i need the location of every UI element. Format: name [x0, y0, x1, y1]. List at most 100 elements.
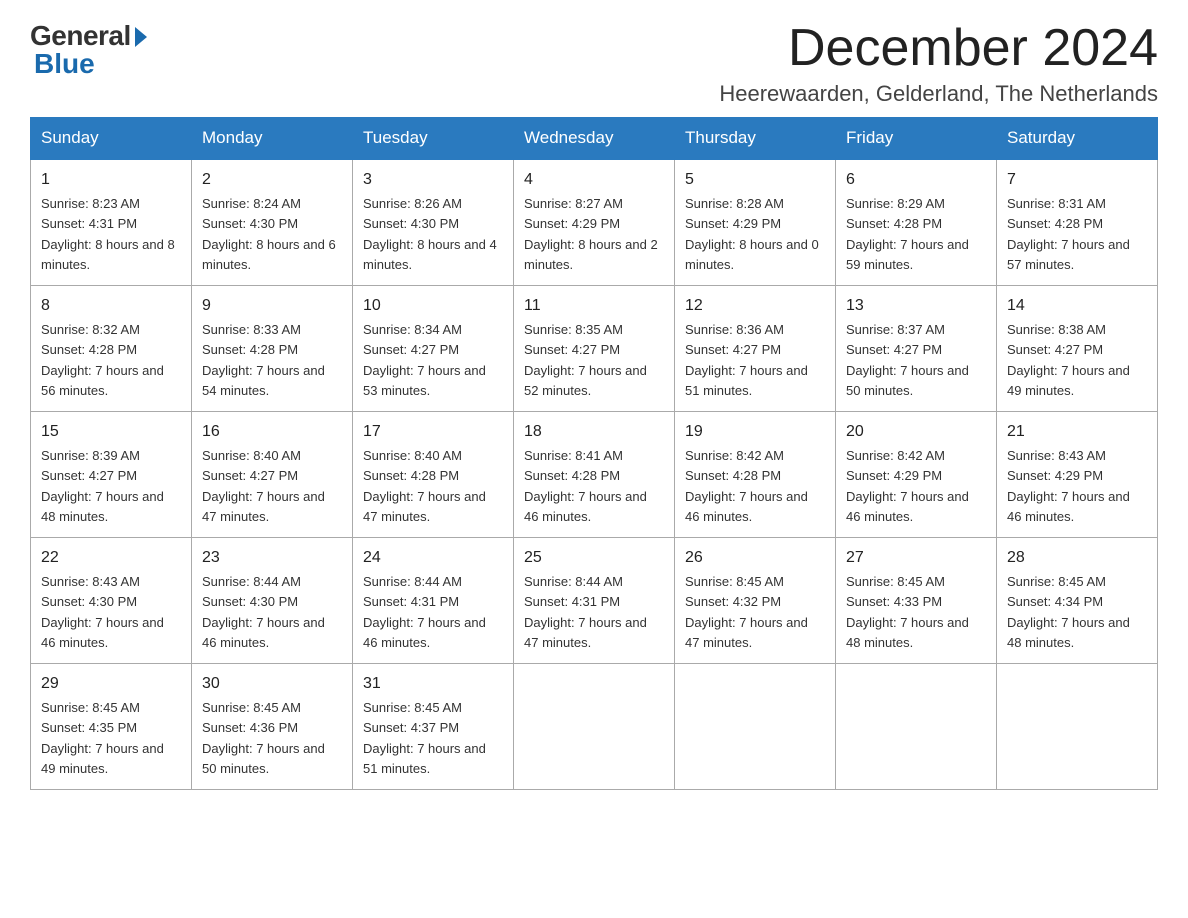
calendar-cell: 4 Sunrise: 8:27 AMSunset: 4:29 PMDaylight…	[514, 159, 675, 286]
week-row-4: 22Sunrise: 8:43 AMSunset: 4:30 PMDayligh…	[31, 538, 1158, 664]
header: General Blue December 2024 Heerewaarden,…	[30, 20, 1158, 107]
day-number: 7	[1007, 168, 1147, 192]
calendar-cell: 2Sunrise: 8:24 AMSunset: 4:30 PMDaylight…	[192, 159, 353, 286]
calendar-cell	[836, 664, 997, 790]
col-header-tuesday: Tuesday	[353, 118, 514, 160]
calendar-cell: 26Sunrise: 8:45 AMSunset: 4:32 PMDayligh…	[675, 538, 836, 664]
calendar-cell	[514, 664, 675, 790]
day-number: 1	[41, 168, 181, 192]
day-info: Sunrise: 8:43 AMSunset: 4:30 PMDaylight:…	[41, 574, 164, 650]
day-number: 21	[1007, 420, 1147, 444]
day-info: Sunrise: 8:45 AMSunset: 4:32 PMDaylight:…	[685, 574, 808, 650]
day-info: Sunrise: 8:45 AMSunset: 4:34 PMDaylight:…	[1007, 574, 1130, 650]
calendar-cell: 7Sunrise: 8:31 AMSunset: 4:28 PMDaylight…	[997, 159, 1158, 286]
calendar-cell	[997, 664, 1158, 790]
calendar-table: SundayMondayTuesdayWednesdayThursdayFrid…	[30, 117, 1158, 790]
day-info: Sunrise: 8:27 AMSunset: 4:29 PMDaylight:…	[524, 196, 658, 272]
day-number: 16	[202, 420, 342, 444]
logo: General Blue	[30, 20, 147, 80]
day-info: Sunrise: 8:41 AMSunset: 4:28 PMDaylight:…	[524, 448, 647, 524]
day-info: Sunrise: 8:39 AMSunset: 4:27 PMDaylight:…	[41, 448, 164, 524]
col-header-monday: Monday	[192, 118, 353, 160]
calendar-cell: 16Sunrise: 8:40 AMSunset: 4:27 PMDayligh…	[192, 412, 353, 538]
col-header-sunday: Sunday	[31, 118, 192, 160]
week-row-3: 15 Sunrise: 8:39 AMSunset: 4:27 PMDayligh…	[31, 412, 1158, 538]
day-number: 29	[41, 672, 181, 696]
day-headers-row: SundayMondayTuesdayWednesdayThursdayFrid…	[31, 118, 1158, 160]
day-number: 4	[524, 168, 664, 192]
calendar-cell: 29Sunrise: 8:45 AMSunset: 4:35 PMDayligh…	[31, 664, 192, 790]
calendar-cell: 19Sunrise: 8:42 AMSunset: 4:28 PMDayligh…	[675, 412, 836, 538]
day-info: Sunrise: 8:45 AMSunset: 4:36 PMDaylight:…	[202, 700, 325, 776]
calendar-cell: 28 Sunrise: 8:45 AMSunset: 4:34 PMDayligh…	[997, 538, 1158, 664]
calendar-cell: 12Sunrise: 8:36 AMSunset: 4:27 PMDayligh…	[675, 286, 836, 412]
day-number: 20	[846, 420, 986, 444]
col-header-wednesday: Wednesday	[514, 118, 675, 160]
day-number: 23	[202, 546, 342, 570]
day-number: 30	[202, 672, 342, 696]
day-number: 2	[202, 168, 342, 192]
logo-triangle-icon	[135, 27, 147, 47]
day-number: 31	[363, 672, 503, 696]
calendar-cell: 22Sunrise: 8:43 AMSunset: 4:30 PMDayligh…	[31, 538, 192, 664]
day-info: Sunrise: 8:43 AMSunset: 4:29 PMDaylight:…	[1007, 448, 1130, 524]
day-info: Sunrise: 8:44 AMSunset: 4:31 PMDaylight:…	[363, 574, 486, 650]
title-area: December 2024 Heerewaarden, Gelderland, …	[719, 20, 1158, 107]
calendar-cell: 30 Sunrise: 8:45 AMSunset: 4:36 PMDayligh…	[192, 664, 353, 790]
day-info: Sunrise: 8:29 AMSunset: 4:28 PMDaylight:…	[846, 196, 969, 272]
day-info: Sunrise: 8:28 AMSunset: 4:29 PMDaylight:…	[685, 196, 819, 272]
day-number: 15	[41, 420, 181, 444]
calendar-cell: 5 Sunrise: 8:28 AMSunset: 4:29 PMDaylight…	[675, 159, 836, 286]
calendar-cell: 25 Sunrise: 8:44 AMSunset: 4:31 PMDayligh…	[514, 538, 675, 664]
day-info: Sunrise: 8:33 AMSunset: 4:28 PMDaylight:…	[202, 322, 325, 398]
day-info: Sunrise: 8:38 AMSunset: 4:27 PMDaylight:…	[1007, 322, 1130, 398]
calendar-cell: 24Sunrise: 8:44 AMSunset: 4:31 PMDayligh…	[353, 538, 514, 664]
logo-blue-text: Blue	[30, 48, 95, 80]
day-number: 18	[524, 420, 664, 444]
calendar-cell: 23 Sunrise: 8:44 AMSunset: 4:30 PMDayligh…	[192, 538, 353, 664]
calendar-cell: 21 Sunrise: 8:43 AMSunset: 4:29 PMDayligh…	[997, 412, 1158, 538]
col-header-thursday: Thursday	[675, 118, 836, 160]
day-info: Sunrise: 8:40 AMSunset: 4:28 PMDaylight:…	[363, 448, 486, 524]
day-info: Sunrise: 8:35 AMSunset: 4:27 PMDaylight:…	[524, 322, 647, 398]
day-number: 13	[846, 294, 986, 318]
calendar-cell: 17 Sunrise: 8:40 AMSunset: 4:28 PMDayligh…	[353, 412, 514, 538]
location-subtitle: Heerewaarden, Gelderland, The Netherland…	[719, 81, 1158, 107]
calendar-cell: 10 Sunrise: 8:34 AMSunset: 4:27 PMDayligh…	[353, 286, 514, 412]
week-row-2: 8Sunrise: 8:32 AMSunset: 4:28 PMDaylight…	[31, 286, 1158, 412]
day-info: Sunrise: 8:44 AMSunset: 4:31 PMDaylight:…	[524, 574, 647, 650]
day-number: 27	[846, 546, 986, 570]
calendar-cell: 14Sunrise: 8:38 AMSunset: 4:27 PMDayligh…	[997, 286, 1158, 412]
calendar-cell: 9Sunrise: 8:33 AMSunset: 4:28 PMDaylight…	[192, 286, 353, 412]
day-number: 3	[363, 168, 503, 192]
calendar-cell: 15 Sunrise: 8:39 AMSunset: 4:27 PMDayligh…	[31, 412, 192, 538]
calendar-cell: 20Sunrise: 8:42 AMSunset: 4:29 PMDayligh…	[836, 412, 997, 538]
calendar-cell: 3 Sunrise: 8:26 AMSunset: 4:30 PMDaylight…	[353, 159, 514, 286]
day-info: Sunrise: 8:34 AMSunset: 4:27 PMDaylight:…	[363, 322, 486, 398]
day-info: Sunrise: 8:42 AMSunset: 4:28 PMDaylight:…	[685, 448, 808, 524]
calendar-cell: 31 Sunrise: 8:45 AMSunset: 4:37 PMDayligh…	[353, 664, 514, 790]
day-info: Sunrise: 8:45 AMSunset: 4:37 PMDaylight:…	[363, 700, 486, 776]
calendar-cell: 11 Sunrise: 8:35 AMSunset: 4:27 PMDayligh…	[514, 286, 675, 412]
day-info: Sunrise: 8:44 AMSunset: 4:30 PMDaylight:…	[202, 574, 325, 650]
day-number: 28	[1007, 546, 1147, 570]
calendar-cell: 18 Sunrise: 8:41 AMSunset: 4:28 PMDayligh…	[514, 412, 675, 538]
month-title: December 2024	[719, 20, 1158, 77]
day-number: 25	[524, 546, 664, 570]
calendar-cell: 8Sunrise: 8:32 AMSunset: 4:28 PMDaylight…	[31, 286, 192, 412]
day-number: 8	[41, 294, 181, 318]
calendar-cell	[675, 664, 836, 790]
calendar-cell: 27 Sunrise: 8:45 AMSunset: 4:33 PMDayligh…	[836, 538, 997, 664]
day-info: Sunrise: 8:26 AMSunset: 4:30 PMDaylight:…	[363, 196, 497, 272]
day-info: Sunrise: 8:45 AMSunset: 4:33 PMDaylight:…	[846, 574, 969, 650]
day-number: 5	[685, 168, 825, 192]
day-number: 10	[363, 294, 503, 318]
day-number: 17	[363, 420, 503, 444]
day-number: 12	[685, 294, 825, 318]
col-header-saturday: Saturday	[997, 118, 1158, 160]
calendar-cell: 1 Sunrise: 8:23 AMSunset: 4:31 PMDaylight…	[31, 159, 192, 286]
calendar-cell: 6Sunrise: 8:29 AMSunset: 4:28 PMDaylight…	[836, 159, 997, 286]
day-number: 11	[524, 294, 664, 318]
calendar-cell: 13Sunrise: 8:37 AMSunset: 4:27 PMDayligh…	[836, 286, 997, 412]
day-info: Sunrise: 8:23 AMSunset: 4:31 PMDaylight:…	[41, 196, 175, 272]
